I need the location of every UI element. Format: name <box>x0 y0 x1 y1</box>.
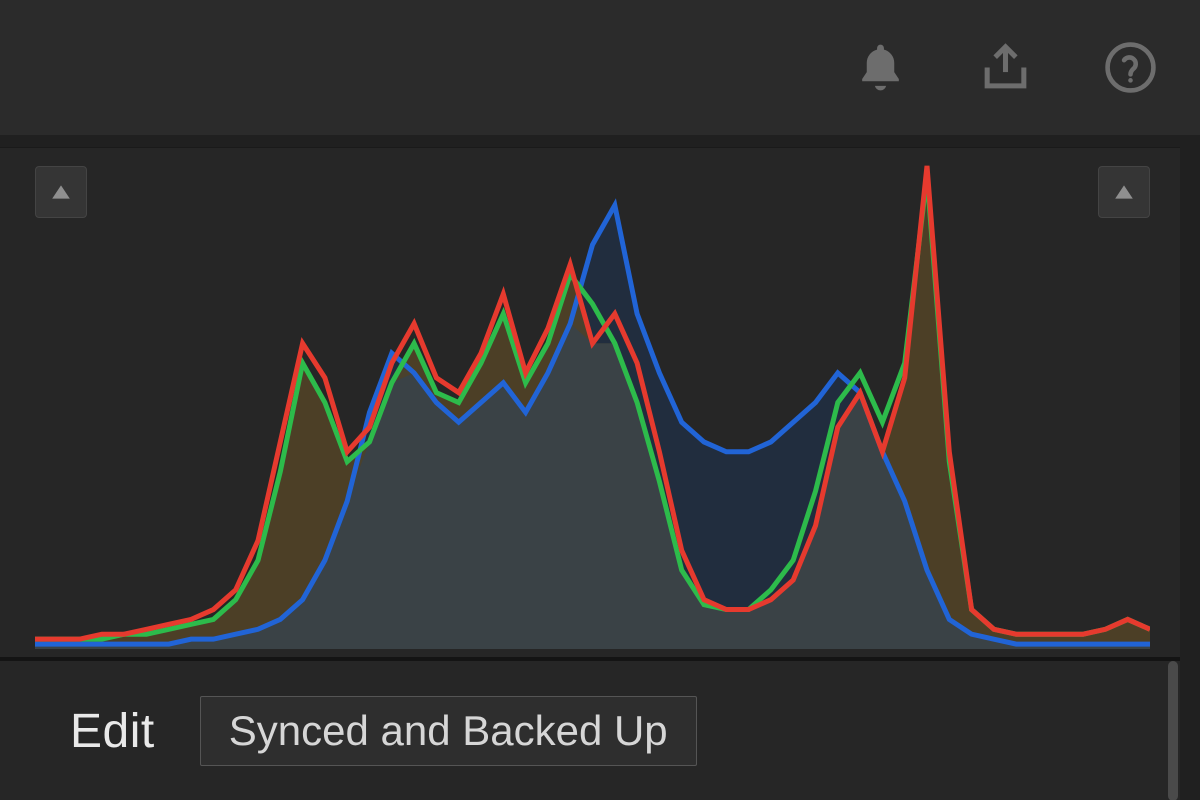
notifications-icon[interactable] <box>845 33 915 103</box>
edit-panel-title: Edit <box>70 704 155 759</box>
help-icon[interactable] <box>1095 33 1165 103</box>
sync-status-badge: Synced and Backed Up <box>200 696 697 766</box>
edit-status-bar: Edit Synced and Backed Up <box>0 661 1180 800</box>
share-icon[interactable] <box>970 33 1040 103</box>
histogram-panel <box>0 147 1180 657</box>
highlight-clipping-toggle[interactable] <box>1098 166 1150 218</box>
top-toolbar <box>0 0 1200 135</box>
rgb-histogram[interactable] <box>35 156 1150 649</box>
panel-scrollbar[interactable] <box>1168 661 1178 800</box>
shadow-clipping-toggle[interactable] <box>35 166 87 218</box>
